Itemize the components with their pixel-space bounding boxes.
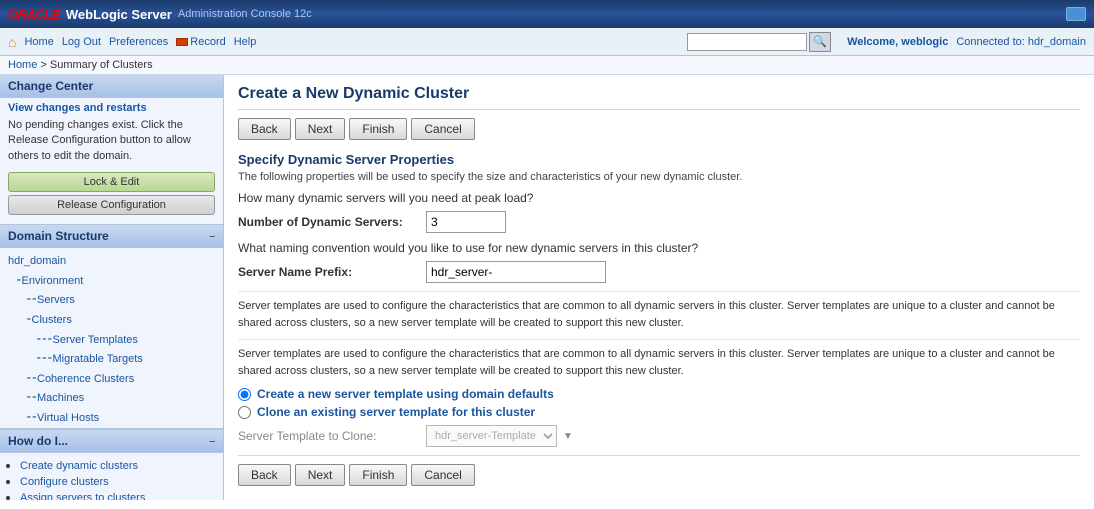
domain-structure-label: Domain Structure — [8, 229, 109, 243]
change-center-title: Change Center — [0, 75, 223, 98]
domain-tree: hdr_domain ⁃Environment ⁃⁃Servers ⁃Clust… — [0, 248, 223, 428]
domain-tree-content: hdr_domain ⁃Environment ⁃⁃Servers ⁃Clust… — [0, 248, 223, 428]
top-bar: ORACLE WebLogic Server Administration Co… — [0, 0, 1094, 28]
section-heading: Specify Dynamic Server Properties — [238, 152, 1080, 167]
search-container: 🔍 — [687, 32, 831, 52]
radio-create-input[interactable] — [238, 388, 251, 401]
radio-clone-option[interactable]: Clone an existing server template for th… — [238, 405, 1080, 419]
tree-item-environment[interactable]: ⁃Environment — [0, 272, 223, 292]
clone-row: Server Template to Clone: hdr_server-Tem… — [238, 425, 1080, 447]
logout-link[interactable]: Log Out — [62, 36, 101, 48]
tree-item-hdr-domain[interactable]: hdr_domain — [0, 252, 223, 272]
num-servers-label: Number of Dynamic Servers: — [238, 215, 418, 229]
tree-item-migratable-targets[interactable]: ⁃⁃⁃Migratable Targets — [0, 350, 223, 370]
domain-structure-panel: Domain Structure – hdr_domain ⁃Environme… — [0, 225, 223, 429]
domain-structure-title: Domain Structure – — [0, 225, 223, 248]
view-changes-link[interactable]: View changes and restarts — [0, 98, 223, 116]
tree-item-machines[interactable]: ⁃⁃Machines — [0, 389, 223, 409]
server-prefix-label: Server Name Prefix: — [238, 265, 418, 279]
bottom-wizard-buttons: Back Next Finish Cancel — [238, 464, 1080, 486]
home-icon: ⌂ — [8, 34, 16, 50]
breadcrumb-current: Summary of Clusters — [50, 59, 153, 71]
clone-template-select[interactable]: hdr_server-Template — [426, 425, 557, 447]
page-title: Create a New Dynamic Cluster — [238, 85, 1080, 110]
connected-text: Connected to: hdr_domain — [956, 36, 1086, 48]
breadcrumb-home[interactable]: Home — [8, 59, 37, 71]
radio-create-label: Create a new server template using domai… — [257, 387, 554, 401]
top-wizard-buttons: Back Next Finish Cancel — [238, 118, 1080, 140]
search-input[interactable] — [687, 33, 807, 51]
release-configuration-button[interactable]: Release Configuration — [8, 195, 215, 215]
how-do-i-item-2[interactable]: Configure clusters — [20, 473, 215, 489]
nav-bar: ⌂ Home Log Out Preferences Record Help 🔍… — [0, 28, 1094, 56]
logo-area: ORACLE WebLogic Server Administration Co… — [8, 7, 312, 22]
tree-item-server-templates[interactable]: ⁃⁃⁃Server Templates — [0, 331, 223, 351]
how-do-i-collapse-icon[interactable]: – — [209, 436, 215, 447]
next-button-bottom[interactable]: Next — [295, 464, 346, 486]
bottom-divider — [238, 455, 1080, 456]
monitor-icon — [1066, 7, 1086, 21]
main-layout: Change Center View changes and restarts … — [0, 75, 1094, 500]
breadcrumb-separator: > — [40, 59, 49, 71]
num-servers-input[interactable] — [426, 211, 506, 233]
tree-item-clusters[interactable]: ⁃Clusters — [0, 311, 223, 331]
breadcrumb: Home > Summary of Clusters — [0, 56, 1094, 75]
back-button-bottom[interactable]: Back — [238, 464, 291, 486]
change-center-panel: Change Center View changes and restarts … — [0, 75, 223, 225]
lock-edit-button[interactable]: Lock & Edit — [8, 172, 215, 192]
record-icon — [176, 38, 188, 46]
radio-clone-input[interactable] — [238, 406, 251, 419]
server-prefix-row: Server Name Prefix: — [238, 261, 1080, 283]
cancel-button-top[interactable]: Cancel — [411, 118, 474, 140]
home-link[interactable]: Home — [24, 36, 53, 48]
product-title: WebLogic Server — [66, 7, 172, 22]
domain-structure-collapse-icon[interactable]: – — [209, 231, 215, 242]
finish-button-bottom[interactable]: Finish — [349, 464, 407, 486]
back-button-top[interactable]: Back — [238, 118, 291, 140]
welcome-text: Welcome, weblogic — [847, 36, 948, 48]
tree-item-coherence-clusters[interactable]: ⁃⁃Coherence Clusters — [0, 370, 223, 390]
help-link[interactable]: Help — [234, 36, 257, 48]
clone-dropdown-icon: ▼ — [563, 431, 573, 442]
server-prefix-input[interactable] — [426, 261, 606, 283]
tree-item-servers[interactable]: ⁃⁃Servers — [0, 291, 223, 311]
preferences-link[interactable]: Preferences — [109, 36, 168, 48]
num-servers-row: Number of Dynamic Servers: — [238, 211, 1080, 233]
next-button-top[interactable]: Next — [295, 118, 346, 140]
how-do-i-item-3[interactable]: Assign servers to clusters — [20, 489, 215, 500]
question2-text: What naming convention would you like to… — [238, 241, 1080, 255]
how-do-i-item-1[interactable]: Create dynamic clusters — [20, 457, 215, 473]
record-icon-area: Record — [176, 36, 225, 48]
radio-clone-label: Clone an existing server template for th… — [257, 405, 535, 419]
top-right-area — [1066, 7, 1086, 21]
radio-create-option[interactable]: Create a new server template using domai… — [238, 387, 1080, 401]
oracle-logo: ORACLE — [8, 7, 60, 22]
question1-text: How many dynamic servers will you need a… — [238, 191, 1080, 205]
info-para-1: Server templates are used to configure t… — [238, 291, 1080, 331]
search-button[interactable]: 🔍 — [809, 32, 831, 52]
record-link[interactable]: Record — [190, 36, 225, 48]
section-desc: The following properties will be used to… — [238, 171, 1080, 183]
cancel-button-bottom[interactable]: Cancel — [411, 464, 474, 486]
product-subtitle: Administration Console 12c — [178, 8, 312, 20]
no-pending-text: No pending changes exist. Click the Rele… — [0, 116, 223, 170]
how-do-i-panel: How do I... – Create dynamic clusters Co… — [0, 429, 223, 500]
how-do-i-label: How do I... — [8, 434, 68, 448]
content-area: Create a New Dynamic Cluster Back Next F… — [224, 75, 1094, 500]
sidebar: Change Center View changes and restarts … — [0, 75, 224, 500]
finish-button-top[interactable]: Finish — [349, 118, 407, 140]
info-para-2: Server templates are used to configure t… — [238, 339, 1080, 379]
tree-item-virtual-hosts[interactable]: ⁃⁃Virtual Hosts — [0, 409, 223, 428]
how-do-i-title: How do I... – — [0, 429, 223, 453]
clone-field-label: Server Template to Clone: — [238, 429, 418, 443]
how-do-i-links: Create dynamic clusters Configure cluste… — [0, 453, 223, 500]
